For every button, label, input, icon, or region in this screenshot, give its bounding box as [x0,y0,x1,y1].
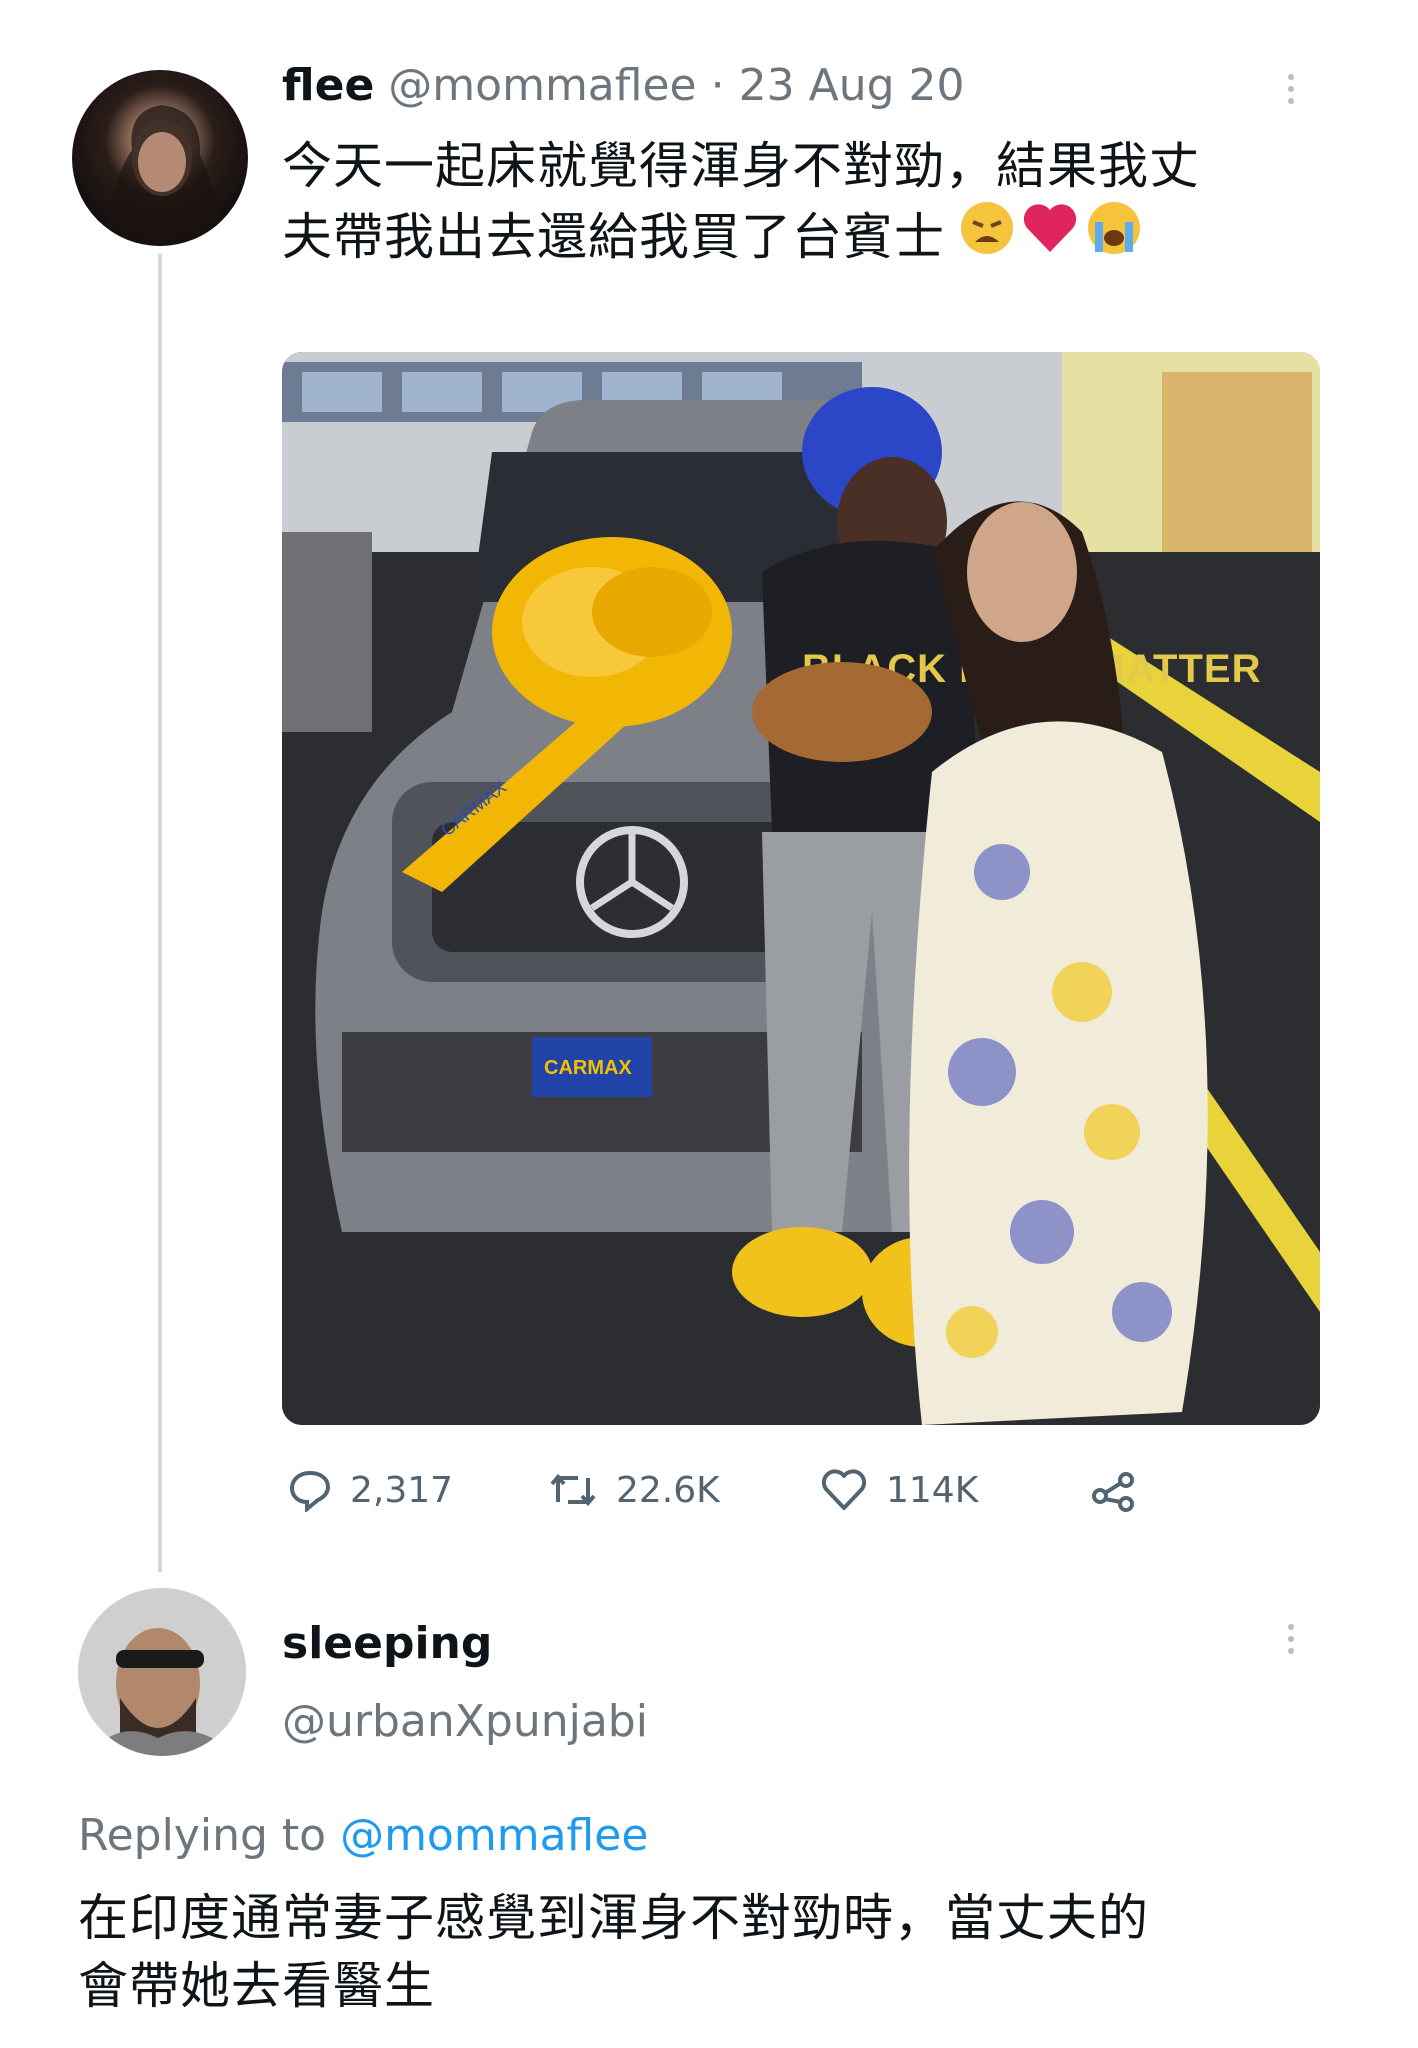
red-heart-emoji [1021,200,1079,273]
reply-text-line-1: 在印度通常妻子感覺到渾身不對勁時，當丈夫的 [78,1889,1149,1947]
tweet-header: flee @mommaflee · 23 Aug 20 [282,60,965,111]
avatar-sleeping[interactable] [78,1588,246,1756]
share-icon[interactable] [1090,1468,1138,1516]
replying-to-mention[interactable]: @mommaflee [340,1810,648,1861]
tweet-text-line-1: 今天一起床就覺得渾身不對勁，結果我丈 [282,137,1200,195]
display-name[interactable]: flee [282,60,374,111]
thread-connector-line [158,254,162,1572]
header-separator: · [710,60,725,111]
like-action[interactable]: 114K [820,1468,978,1512]
replying-to-label: Replying to [78,1810,327,1861]
reply-user-handle[interactable]: @urbanXpunjabi [282,1696,648,1747]
retweet-icon [548,1468,598,1512]
tweet-text-line-2: 夫帶我出去還給我買了台賓士 [282,207,945,266]
tweet-text: 今天一起床就覺得渾身不對勁，結果我丈 夫帶我出去還給我買了台賓士 [282,132,1342,273]
more-options-icon[interactable] [1288,74,1298,110]
weary-face-emoji [959,200,1015,273]
retweet-action[interactable]: 22.6K [548,1468,720,1512]
replying-to-line: Replying to @mommaflee [78,1810,648,1861]
loudly-crying-face-emoji [1085,200,1143,273]
reply-more-options-icon[interactable] [1288,1624,1298,1660]
tweet-date[interactable]: 23 Aug 20 [739,60,965,111]
reply-text-line-2: 會帶她去看醫生 [78,1957,435,2015]
reply-action[interactable]: 2,317 [288,1468,453,1512]
reply-count: 2,317 [350,1469,454,1511]
svg-text:CARMAX: CARMAX [544,1057,632,1079]
avatar-flee[interactable] [72,70,248,246]
retweet-count: 22.6K [616,1469,720,1511]
like-count: 114K [886,1469,979,1511]
reply-display-name[interactable]: sleeping [282,1618,492,1669]
reply-text: 在印度通常妻子感覺到渾身不對勁時，當丈夫的 會帶她去看醫生 [78,1884,1378,2020]
tweet-photo[interactable]: CARMAX CARMAX BLACK LIVES MATTER [282,352,1320,1425]
reply-icon [288,1468,332,1512]
heart-icon [820,1468,868,1512]
user-handle[interactable]: @mommaflee [388,60,696,111]
